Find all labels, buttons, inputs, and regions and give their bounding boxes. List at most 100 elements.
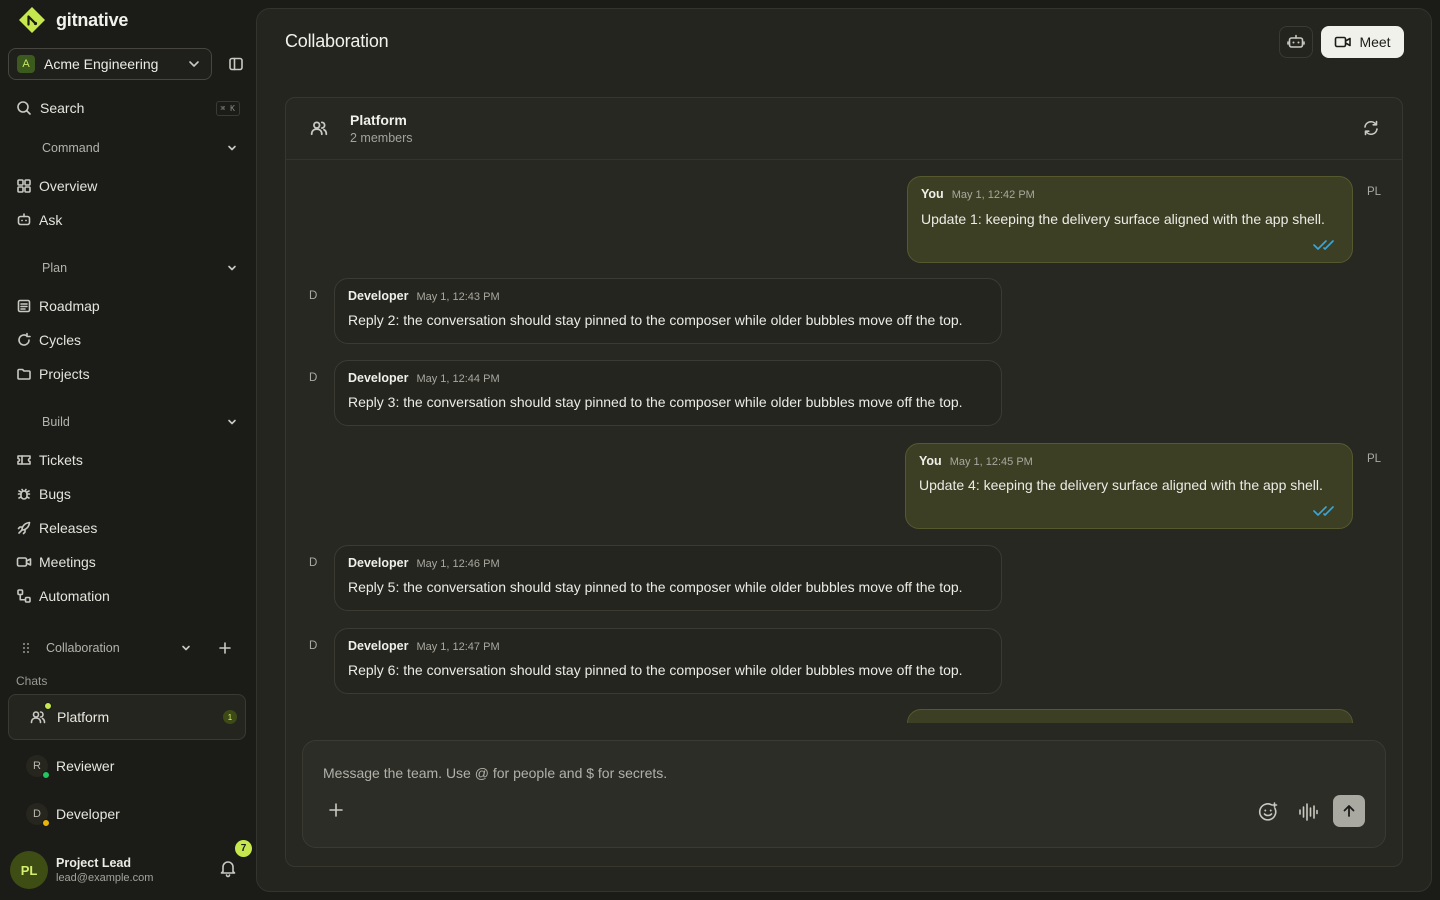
sidebar: gitnative A Acme Engineering Search ⌘ K … <box>0 0 256 900</box>
notifications-button[interactable]: 7 <box>218 840 252 882</box>
message-bubble: Developer May 1, 12:47 PM Reply 6: the c… <box>334 628 1002 694</box>
brand[interactable]: gitnative <box>18 6 128 34</box>
message-meta: You May 1, 12:45 PM <box>919 444 1339 468</box>
read-receipt-icon <box>1313 240 1334 250</box>
arrow-up-icon <box>1343 805 1355 817</box>
search-shortcut: ⌘ K <box>215 100 240 116</box>
user-info: Project Lead lead@example.com <box>56 856 210 884</box>
cycle-icon <box>18 332 31 346</box>
chevron-down-icon[interactable] <box>180 642 192 654</box>
chat-item-label: Reviewer <box>56 758 115 774</box>
nav-meetings-label: Meetings <box>39 554 96 570</box>
message-list[interactable]: You May 1, 12:42 PM Update 1: keeping th… <box>286 160 1402 723</box>
message-input[interactable] <box>323 765 1223 781</box>
search-label: Search <box>40 100 85 116</box>
message-text: Reply 2: the conversation should stay pi… <box>348 312 963 328</box>
chat-item-label: Developer <box>56 806 120 822</box>
users-icon <box>30 711 46 724</box>
message-avatar-initial: D <box>309 290 318 302</box>
sidebar-toggle-button[interactable] <box>224 52 248 76</box>
away-status-dot <box>42 819 50 827</box>
drag-handle-icon[interactable] <box>20 641 32 655</box>
user-profile[interactable]: PL Project Lead lead@example.com 7 <box>10 840 252 890</box>
message-avatar-initial: D <box>309 372 318 384</box>
message-bubble: You May 1, 12:42 PM Update 1: keeping th… <box>907 176 1353 263</box>
section-plan[interactable]: Plan <box>8 256 248 280</box>
meet-button[interactable]: Meet <box>1321 26 1404 58</box>
chevron-down-icon <box>228 265 236 271</box>
message-incoming: Developer May 1, 12:47 PM Reply 6: the c… <box>334 628 1002 694</box>
section-build[interactable]: Build <box>8 410 248 434</box>
online-status-dot <box>42 771 50 779</box>
org-name: Acme Engineering <box>44 56 159 72</box>
message-outgoing <box>907 709 1353 723</box>
roadmap-icon <box>17 299 31 313</box>
message-author: You <box>919 454 942 468</box>
nav-roadmap[interactable]: Roadmap <box>8 292 248 320</box>
user-email: lead@example.com <box>56 872 154 884</box>
bell-icon <box>220 861 236 878</box>
chevron-down-icon <box>228 145 236 151</box>
conversation-name: Platform <box>350 112 407 128</box>
nav-tickets-label: Tickets <box>39 452 83 468</box>
section-collaboration: Collaboration <box>8 636 248 660</box>
section-command[interactable]: Command <box>8 136 248 160</box>
send-button[interactable] <box>1333 795 1365 827</box>
user-avatar: PL <box>10 851 48 889</box>
org-switcher[interactable]: A Acme Engineering <box>8 48 212 80</box>
search-button[interactable]: Search ⌘ K <box>8 94 248 122</box>
message-meta: Developer May 1, 12:43 PM <box>348 279 988 303</box>
nav-ask[interactable]: Ask <box>8 206 248 234</box>
plus-icon[interactable] <box>327 801 345 819</box>
nav-overview-label: Overview <box>39 178 98 194</box>
message-avatar-initial: D <box>309 557 318 569</box>
nav-releases-label: Releases <box>39 520 98 536</box>
conversation-members: 2 members <box>350 131 413 145</box>
nav-overview[interactable]: Overview <box>8 172 248 200</box>
bug-icon <box>17 488 31 500</box>
message-text: Update 4: keeping the delivery surface a… <box>919 477 1323 493</box>
brand-name: gitnative <box>56 9 129 30</box>
main-panel: Collaboration Meet Platform 2 members Yo… <box>256 8 1432 892</box>
video-icon <box>16 557 32 567</box>
conversation-panel: Platform 2 members You May 1, 12:42 PM U… <box>285 97 1403 867</box>
rocket-icon <box>17 521 31 535</box>
emoji-icon[interactable] <box>1257 801 1279 823</box>
nav-releases[interactable]: Releases <box>8 514 248 542</box>
section-build-label: Build <box>42 415 70 429</box>
nav-cycles[interactable]: Cycles <box>8 326 248 354</box>
nav-projects[interactable]: Projects <box>8 360 248 388</box>
chat-item-platform[interactable]: Platform 1 <box>8 694 246 740</box>
nav-meetings[interactable]: Meetings <box>8 548 248 576</box>
section-collaboration-label[interactable]: Collaboration <box>46 641 166 655</box>
gitnative-logo-icon <box>19 7 45 33</box>
message-bubble: You May 1, 12:45 PM Update 4: keeping th… <box>905 443 1353 529</box>
notification-count-badge: 7 <box>235 840 252 857</box>
message-author: You <box>921 187 944 201</box>
nav-automation[interactable]: Automation <box>8 582 248 610</box>
nav-bugs[interactable]: Bugs <box>8 480 248 508</box>
avatar-initial: R <box>33 760 41 772</box>
add-chat-icon[interactable] <box>218 641 232 655</box>
workflow-icon <box>17 589 31 603</box>
message-text: Reply 5: the conversation should stay pi… <box>348 579 963 595</box>
message-time: May 1, 12:44 PM <box>416 373 500 385</box>
chevron-down-icon <box>228 419 236 425</box>
nav-ask-label: Ask <box>39 212 63 228</box>
read-receipt-icon <box>1313 506 1334 516</box>
assistant-button[interactable] <box>1279 26 1313 58</box>
chevron-down-icon <box>189 61 199 67</box>
message-bubble: Developer May 1, 12:46 PM Reply 5: the c… <box>334 545 1002 611</box>
chat-item-reviewer[interactable]: R Reviewer <box>8 743 246 789</box>
audio-waveform-icon[interactable] <box>1297 801 1319 823</box>
chat-item-developer[interactable]: D Developer <box>8 791 246 837</box>
message-outgoing: You May 1, 12:45 PM Update 4: keeping th… <box>905 443 1353 529</box>
message-outgoing: You May 1, 12:42 PM Update 1: keeping th… <box>907 176 1353 263</box>
refresh-icon[interactable] <box>1362 119 1380 137</box>
message-bubble: Developer May 1, 12:43 PM Reply 2: the c… <box>334 278 1002 344</box>
nav-projects-label: Projects <box>39 366 90 382</box>
group-avatar <box>27 702 52 728</box>
message-meta: Developer May 1, 12:46 PM <box>348 546 988 570</box>
nav-tickets[interactable]: Tickets <box>8 446 248 474</box>
panel-left-icon <box>229 57 243 71</box>
